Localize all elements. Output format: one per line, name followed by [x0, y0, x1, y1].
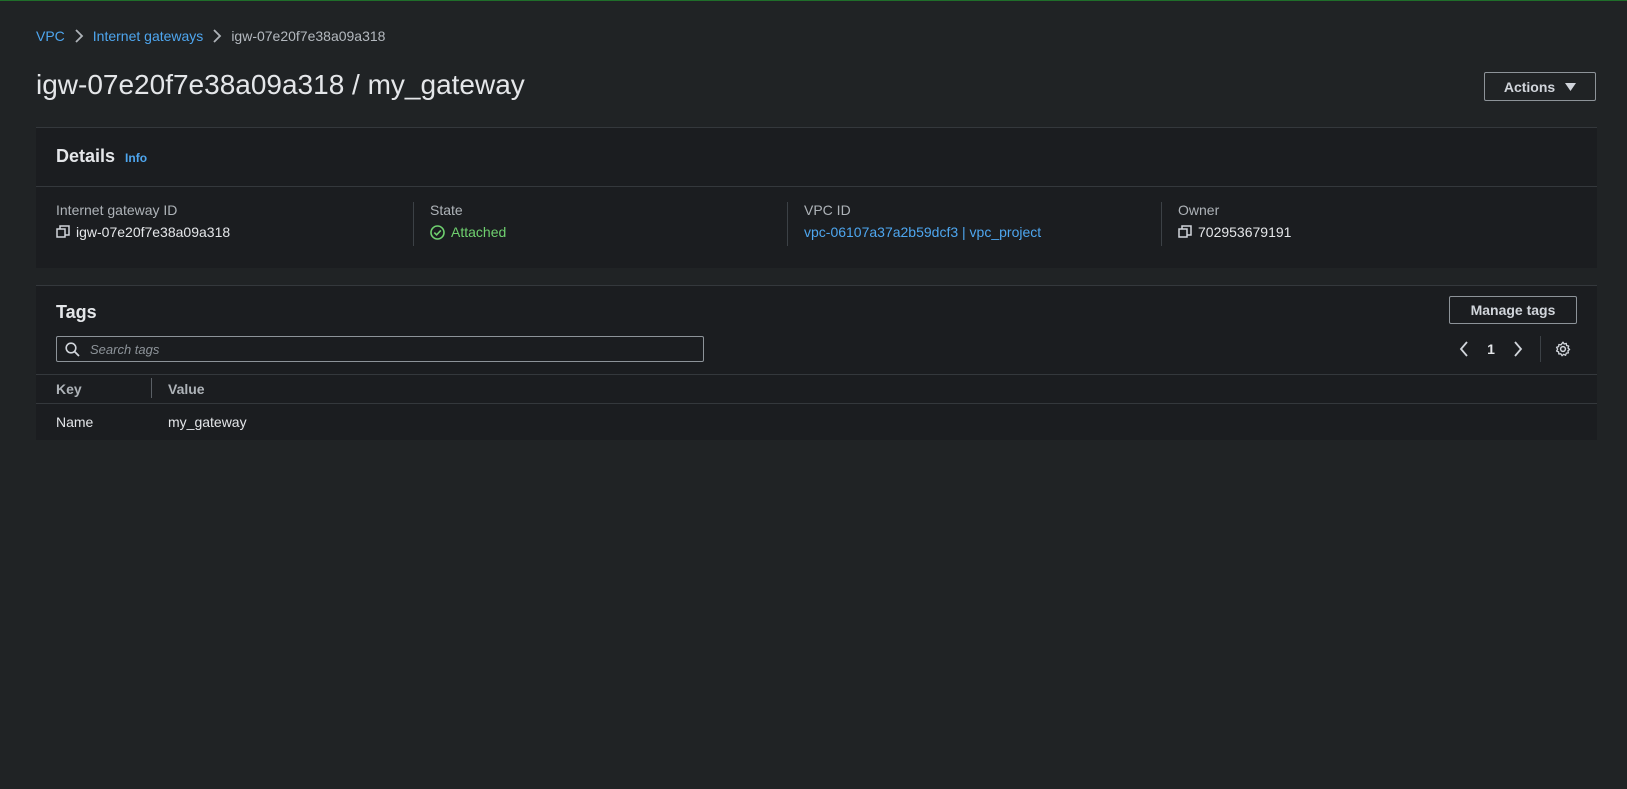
breadcrumb: VPC Internet gateways igw-07e20f7e38a09a…	[36, 28, 385, 44]
vpc-id-label: VPC ID	[804, 202, 851, 218]
gateway-id-label: Internet gateway ID	[56, 202, 178, 218]
column-separator	[787, 202, 788, 246]
vpc-id-link[interactable]: vpc-06107a37a2b59dcf3 | vpc_project	[804, 224, 1041, 240]
search-tags-field[interactable]	[56, 336, 704, 362]
column-separator	[413, 202, 414, 246]
breadcrumb-current: igw-07e20f7e38a09a318	[231, 28, 386, 44]
page-title: igw-07e20f7e38a09a318 / my_gateway	[36, 69, 525, 100]
tags-panel: Tags 1 Key Value Name my_gateway	[36, 285, 1597, 440]
detail-vpc-id: VPC ID vpc-06107a37a2b59dcf3 | vpc_proje…	[804, 202, 1164, 240]
vpc-id-value-row: vpc-06107a37a2b59dcf3 | vpc_project	[804, 224, 1164, 240]
details-header: Details Info	[56, 146, 147, 167]
status-check-icon	[430, 224, 445, 240]
tags-header: Tags	[56, 302, 97, 323]
page-number[interactable]: 1	[1478, 341, 1504, 357]
tags-table-header: Key Value	[36, 374, 1597, 404]
gateway-id-value-row: igw-07e20f7e38a09a318	[56, 224, 416, 240]
chevron-right-icon	[203, 29, 231, 43]
chevron-left-icon[interactable]	[1450, 336, 1478, 362]
tags-title: Tags	[56, 302, 97, 322]
pagination: 1	[1450, 336, 1577, 362]
copy-icon[interactable]	[1178, 225, 1192, 239]
detail-gateway-id: Internet gateway ID igw-07e20f7e38a09a31…	[56, 202, 416, 240]
info-link[interactable]: Info	[125, 151, 147, 165]
top-accent-line	[0, 0, 1627, 1]
settings-gear-icon[interactable]	[1549, 336, 1577, 362]
search-icon	[65, 341, 80, 357]
detail-state: State Attached	[430, 202, 790, 240]
details-panel: Details Info Internet gateway ID igw-07e…	[36, 127, 1597, 268]
manage-tags-button[interactable]: Manage tags	[1449, 296, 1577, 324]
owner-value: 702953679191	[1198, 224, 1292, 240]
table-row: Name my_gateway	[36, 406, 1597, 438]
gateway-id-value: igw-07e20f7e38a09a318	[76, 224, 231, 240]
column-value[interactable]: Value	[152, 381, 205, 397]
caret-down-icon	[1565, 82, 1577, 91]
column-separator	[1161, 202, 1162, 246]
breadcrumb-internet-gateways[interactable]: Internet gateways	[93, 28, 204, 44]
details-title: Details	[56, 146, 116, 166]
tag-key-cell: Name	[56, 414, 94, 430]
chevron-right-icon	[65, 29, 93, 43]
owner-label: Owner	[1178, 202, 1220, 218]
actions-button-label: Actions	[1503, 78, 1556, 95]
pager-divider	[1540, 336, 1541, 362]
tag-value-cell: my_gateway	[168, 414, 247, 430]
actions-button[interactable]: Actions	[1484, 72, 1596, 101]
state-value: Attached	[451, 224, 507, 240]
state-label: State	[430, 202, 463, 218]
state-value-row: Attached	[430, 224, 790, 240]
breadcrumb-vpc[interactable]: VPC	[36, 28, 65, 44]
divider	[36, 186, 1597, 187]
detail-owner: Owner 702953679191	[1178, 202, 1538, 240]
chevron-right-icon[interactable]	[1504, 336, 1532, 362]
search-tags-input[interactable]	[88, 340, 652, 358]
column-key[interactable]: Key	[36, 378, 152, 398]
owner-value-row: 702953679191	[1178, 224, 1538, 240]
copy-icon[interactable]	[56, 225, 70, 239]
